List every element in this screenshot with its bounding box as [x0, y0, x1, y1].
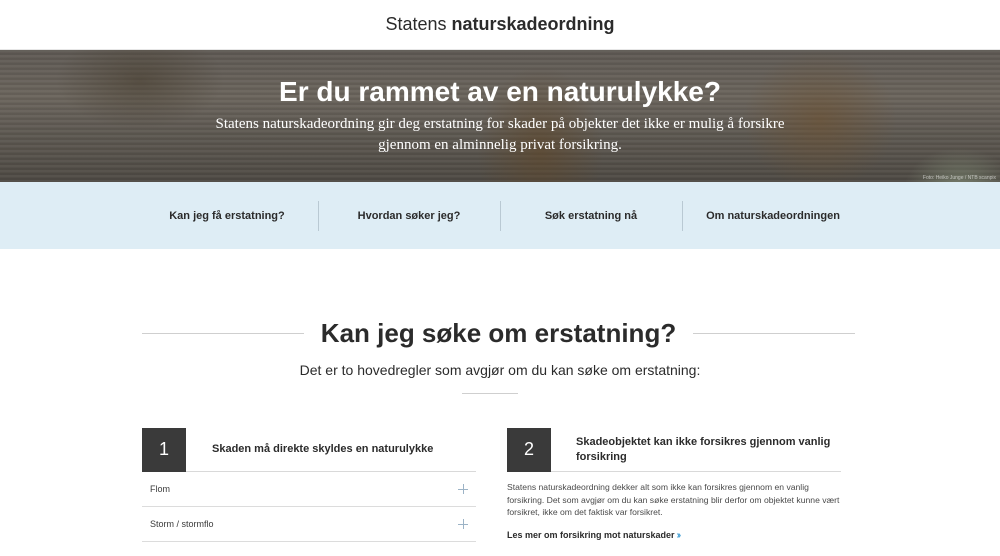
photo-credit: Foto: Heiko Junge / NTB scanpix — [922, 175, 996, 181]
read-more-link[interactable]: Les mer om forsikring mot naturskader ›› — [507, 530, 841, 541]
hero-text: Statens naturskadeordning gir deg erstat… — [215, 116, 785, 153]
short-divider — [462, 393, 518, 394]
logo-regular: Statens — [385, 14, 447, 34]
rule-header-1: 1 Skaden må direkte skyldes en naturulyk… — [142, 427, 476, 472]
nav-item-hvordan-soker-jeg[interactable]: Hvordan søker jeg? — [318, 200, 500, 231]
read-more-label: Les mer om forsikring mot naturskader — [507, 530, 675, 540]
accordion-label: Flom — [150, 484, 170, 494]
rule-header-2: 2 Skadeobjektet kan ikke forsikres gjenn… — [507, 427, 841, 472]
site-header: Statens naturskadeordning — [0, 0, 1000, 50]
logo-bold: naturskadeordning — [451, 14, 615, 34]
plus-icon — [458, 484, 468, 494]
section-title: Kan jeg søke om erstatning? — [320, 317, 677, 348]
rule-card-2: 2 Skadeobjektet kan ikke forsikres gjenn… — [507, 427, 841, 541]
nav-item-kan-jeg-fa-erstatning[interactable]: Kan jeg få erstatning? — [136, 201, 318, 231]
nav-item-sok-erstatning-na[interactable]: Søk erstatning nå — [500, 200, 682, 231]
rule-body-2: Statens naturskadeordning dekker alt som… — [507, 482, 840, 517]
accordion-label: Storm / stormflo — [150, 519, 214, 529]
divider-left — [142, 332, 304, 334]
main-nav: Kan jeg få erstatning? Hvordan søker jeg… — [0, 182, 1000, 249]
nav-item-om-naturskadeordningen[interactable]: Om naturskadeordningen — [682, 200, 864, 231]
site-logo[interactable]: Statens naturskadeordning — [385, 14, 614, 35]
section-subtitle: Det er to hovedregler som avgjør om du k… — [299, 362, 701, 378]
rule-card-1: 1 Skaden må direkte skyldes en naturulyk… — [142, 427, 476, 542]
hero-title: Er du rammet av en naturulykke? — [279, 76, 721, 107]
divider-right — [693, 332, 855, 334]
section-heading: Kan jeg søke om erstatning? — [142, 316, 855, 350]
rule-number-1: 1 — [142, 427, 186, 472]
hero-banner: Er du rammet av en naturulykke? Statens … — [0, 50, 1000, 182]
chevron-double-right-icon: ›› — [676, 529, 681, 541]
accordion-item-storm[interactable]: Storm / stormflo — [142, 507, 476, 542]
rule-title-1: Skaden må direkte skyldes en naturulykke — [212, 443, 434, 455]
rule-title-2: Skadeobjektet kan ikke forsikres gjennom… — [576, 435, 831, 463]
accordion-item-flom[interactable]: Flom — [142, 472, 476, 507]
plus-icon — [458, 519, 468, 529]
rule-number-2: 2 — [507, 427, 551, 472]
